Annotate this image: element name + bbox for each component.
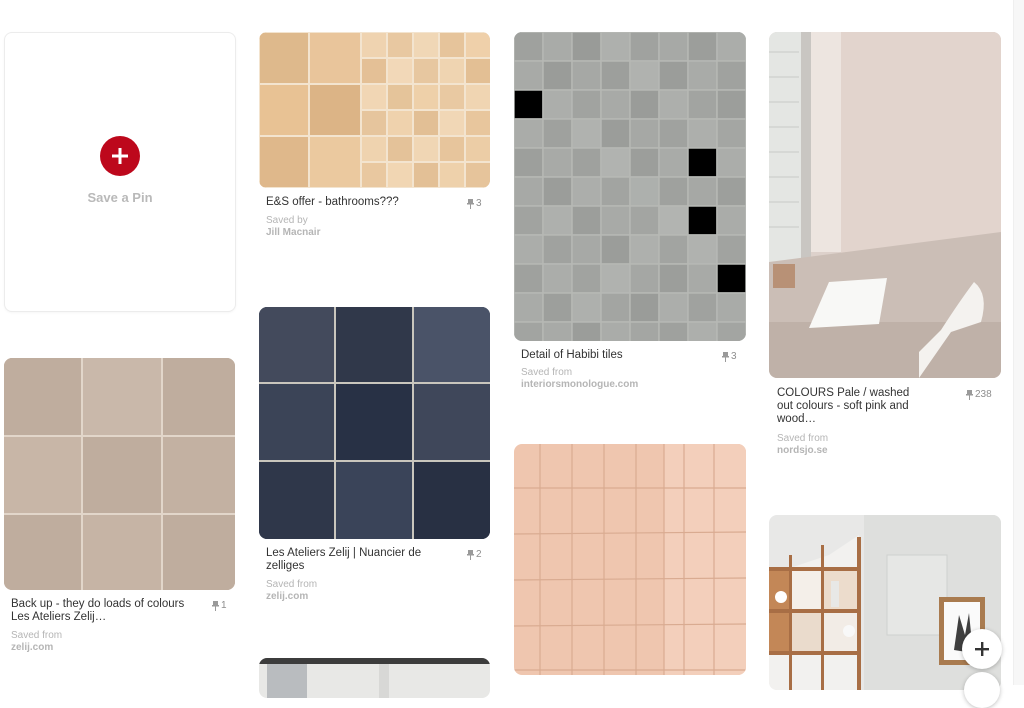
pin-count: 3 <box>722 351 737 362</box>
pin-icon <box>212 600 219 611</box>
pin-icon <box>467 198 474 209</box>
pin-title[interactable]: E&S offer - bathrooms??? <box>266 196 456 209</box>
saved-prefix: Saved from <box>11 630 63 641</box>
pin-title[interactable]: Les Ateliers Zelij | Nuancier de zellige… <box>266 547 436 573</box>
saved-prefix: Saved by <box>266 215 308 226</box>
pin-image-pink-tiles[interactable] <box>514 444 746 675</box>
pin-count-value: 3 <box>476 198 482 209</box>
pin-icon <box>722 351 729 362</box>
saved-source[interactable]: nordsjo.se <box>777 445 828 457</box>
scrollbar[interactable] <box>1013 0 1024 685</box>
pin-image-peach-tiles[interactable] <box>259 32 490 188</box>
pin-count-value: 2 <box>476 549 482 560</box>
pin-count: 1 <box>212 600 227 611</box>
saved-source[interactable]: interiorsmonologue.com <box>521 379 638 391</box>
pin-image-shelving[interactable] <box>769 515 1001 690</box>
pin-count: 2 <box>467 549 482 560</box>
saved-prefix: Saved from <box>777 433 829 444</box>
pin-image-pale-interior[interactable] <box>769 32 1001 378</box>
pin-image-grey-tiles[interactable] <box>514 32 746 341</box>
pin-count-value: 3 <box>731 351 737 362</box>
pin-image-interior[interactable] <box>259 658 490 698</box>
pin-icon <box>966 389 973 400</box>
saved-source[interactable]: zelij.com <box>11 642 53 654</box>
pin-count: 238 <box>966 389 992 400</box>
save-pin-plus-icon[interactable] <box>100 136 140 176</box>
pin-count-value: 238 <box>975 389 992 400</box>
pin-title[interactable]: Detail of Habibi tiles <box>521 349 711 362</box>
pin-image-zelij-beige[interactable] <box>4 358 235 590</box>
saved-source[interactable]: Jill Macnair <box>266 227 320 239</box>
pin-count-value: 1 <box>221 600 227 611</box>
saved-prefix: Saved from <box>521 367 573 378</box>
pin-image-navy-zellige[interactable] <box>259 307 490 539</box>
help-button[interactable] <box>964 672 1000 708</box>
pin-title[interactable]: COLOURS Pale / washed out colours - soft… <box>777 387 927 426</box>
plus-icon <box>975 642 989 656</box>
save-pin-label: Save a Pin <box>87 190 153 205</box>
saved-source[interactable]: zelij.com <box>266 591 308 603</box>
save-a-pin-card[interactable]: Save a Pin <box>4 32 236 312</box>
pin-icon <box>467 549 474 560</box>
pin-count: 3 <box>467 198 482 209</box>
add-pin-button[interactable] <box>962 629 1002 669</box>
pin-title[interactable]: Back up - they do loads of colours Les A… <box>11 598 201 624</box>
saved-prefix: Saved from <box>266 579 318 590</box>
